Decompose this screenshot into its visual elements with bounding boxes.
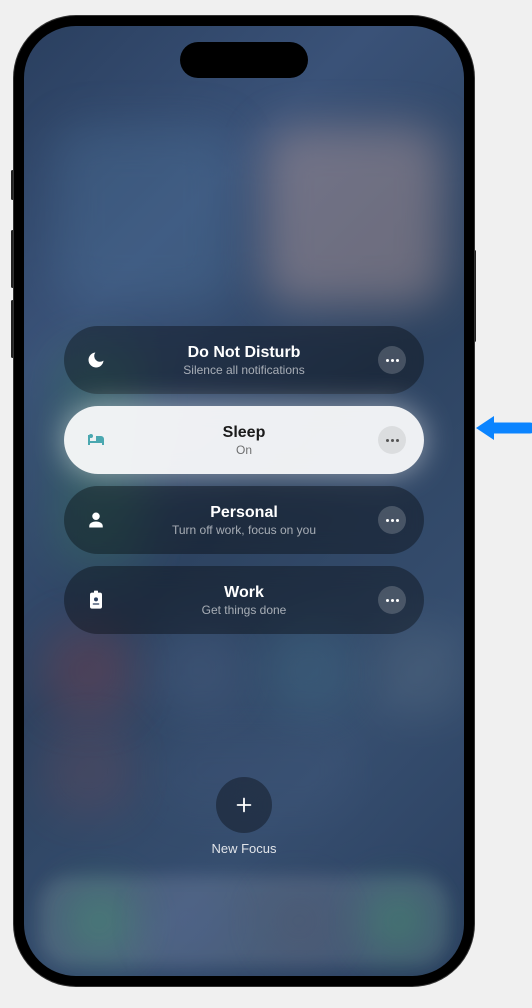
more-button[interactable] <box>378 426 406 454</box>
dynamic-island <box>180 42 308 78</box>
focus-item-sleep[interactable]: Sleep On <box>64 406 424 474</box>
new-focus-button[interactable] <box>216 777 272 833</box>
focus-subtitle: Silence all notifications <box>183 363 304 377</box>
phone-screen: Do Not Disturb Silence all notifications… <box>24 26 464 976</box>
ellipsis-icon <box>386 359 399 362</box>
bed-icon <box>82 426 110 454</box>
focus-item-work[interactable]: Work Get things done <box>64 566 424 634</box>
plus-icon <box>233 794 255 816</box>
focus-title: Do Not Disturb <box>188 343 301 362</box>
callout-arrow <box>472 410 532 451</box>
focus-subtitle: Turn off work, focus on you <box>172 523 316 537</box>
focus-item-personal[interactable]: Personal Turn off work, focus on you <box>64 486 424 554</box>
focus-subtitle: Get things done <box>202 603 287 617</box>
ellipsis-icon <box>386 519 399 522</box>
ellipsis-icon <box>386 599 399 602</box>
more-button[interactable] <box>378 586 406 614</box>
ellipsis-icon <box>386 439 399 442</box>
focus-subtitle: On <box>236 443 252 457</box>
focus-title: Personal <box>210 503 278 522</box>
person-icon <box>82 506 110 534</box>
focus-title: Work <box>224 583 264 602</box>
new-focus-label: New Focus <box>211 841 276 856</box>
focus-item-do-not-disturb[interactable]: Do Not Disturb Silence all notifications <box>64 326 424 394</box>
new-focus-container: New Focus <box>24 777 464 856</box>
badge-icon <box>82 586 110 614</box>
more-button[interactable] <box>378 506 406 534</box>
focus-title: Sleep <box>223 423 266 442</box>
focus-modes-list: Do Not Disturb Silence all notifications… <box>24 326 464 634</box>
moon-icon <box>82 346 110 374</box>
more-button[interactable] <box>378 346 406 374</box>
phone-frame: Do Not Disturb Silence all notifications… <box>14 16 474 986</box>
